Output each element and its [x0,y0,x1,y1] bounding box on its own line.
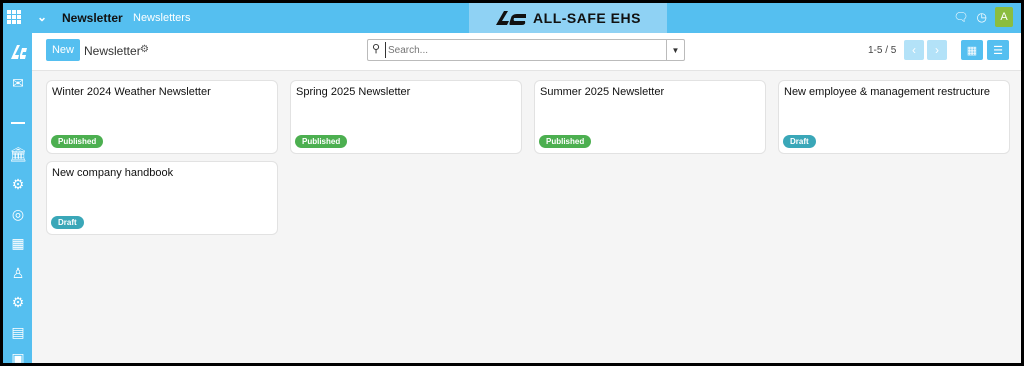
search-box: ⚲ ▼ [367,39,685,61]
status-badge: Draft [51,216,84,229]
card-title: New employee & management restructure [784,86,991,98]
avatar[interactable]: A [995,7,1013,27]
card-0[interactable]: Winter 2024 Weather Newsletter Published [46,80,278,154]
control-panel: New Newsletter ⚙ ⚲ ▼ 1-5 / 5 ‹ › ▦ ☰ [32,33,1021,71]
gear-icon[interactable]: ⚙ [140,44,149,55]
new-button[interactable]: New [46,39,80,61]
gears-icon[interactable]: ⚙ [8,174,28,194]
page-title: Newsletter [62,11,123,25]
card-title: Summer 2025 Newsletter [540,86,665,98]
card-title: Spring 2025 Newsletter [296,86,411,98]
mail-icon[interactable]: ✉ [8,73,28,93]
status-badge: Published [51,135,104,148]
card-2[interactable]: Summer 2025 Newsletter Published [534,80,766,154]
brand-logo-text: ALL-SAFE EHS [533,10,641,26]
apps-grid-icon[interactable] [7,10,21,24]
bank-icon[interactable]: 🏛 [8,144,28,164]
chat-icon[interactable]: 🗨 [953,10,968,24]
pager-previous-button[interactable]: ‹ [904,40,924,60]
brand-logo: ALL-SAFE EHS [469,3,667,33]
portrait-icon[interactable]: ▣ [8,348,28,364]
search-dropdown-icon[interactable]: ▼ [666,40,684,60]
pager-next-button[interactable]: › [927,40,947,60]
cogs-icon[interactable]: ⚙ [8,292,28,312]
id-card-icon[interactable]: ▤ [8,322,28,342]
control-title: Newsletter [84,44,141,58]
pager-value[interactable]: 1-5 / 5 [868,45,896,56]
chevron-down-icon[interactable]: ⌄ [37,10,47,24]
card-title: New company handbook [52,167,174,179]
group-icon[interactable]: ♙ [8,263,28,283]
card-title: Winter 2024 Weather Newsletter [52,86,211,98]
search-icon: ⚲ [372,43,381,55]
card-4[interactable]: New company handbook Draft [46,161,278,235]
breadcrumb[interactable]: Newsletters [133,12,190,24]
chalkboard-icon[interactable]: ▦ [8,233,28,253]
sidebar: ✉ 🏛 ⚙ ◎ ▦ ♙ ⚙ ▤ ▣ [3,33,32,363]
card-1[interactable]: Spring 2025 Newsletter Published [290,80,522,154]
brand-mark-icon [496,11,527,25]
card-3[interactable]: New employee & management restructure Dr… [778,80,1010,154]
sidebar-divider [11,122,25,124]
target-icon[interactable]: ◎ [8,204,28,224]
status-badge: Published [295,135,348,148]
top-bar: ⌄ Newsletter Newsletters ALL-SAFE EHS 🗨 … [3,3,1021,33]
brand-logo-icon[interactable] [8,42,28,62]
status-badge: Published [539,135,592,148]
kanban-view-button[interactable]: ▦ [961,40,983,60]
status-badge: Draft [783,135,816,148]
app-window: ⌄ Newsletter Newsletters ALL-SAFE EHS 🗨 … [3,3,1021,363]
header-tools: 🗨 ◷ A [953,7,1013,27]
list-view-button[interactable]: ☰ [987,40,1009,60]
search-input[interactable] [385,42,660,58]
clock-icon[interactable]: ◷ [977,10,987,24]
